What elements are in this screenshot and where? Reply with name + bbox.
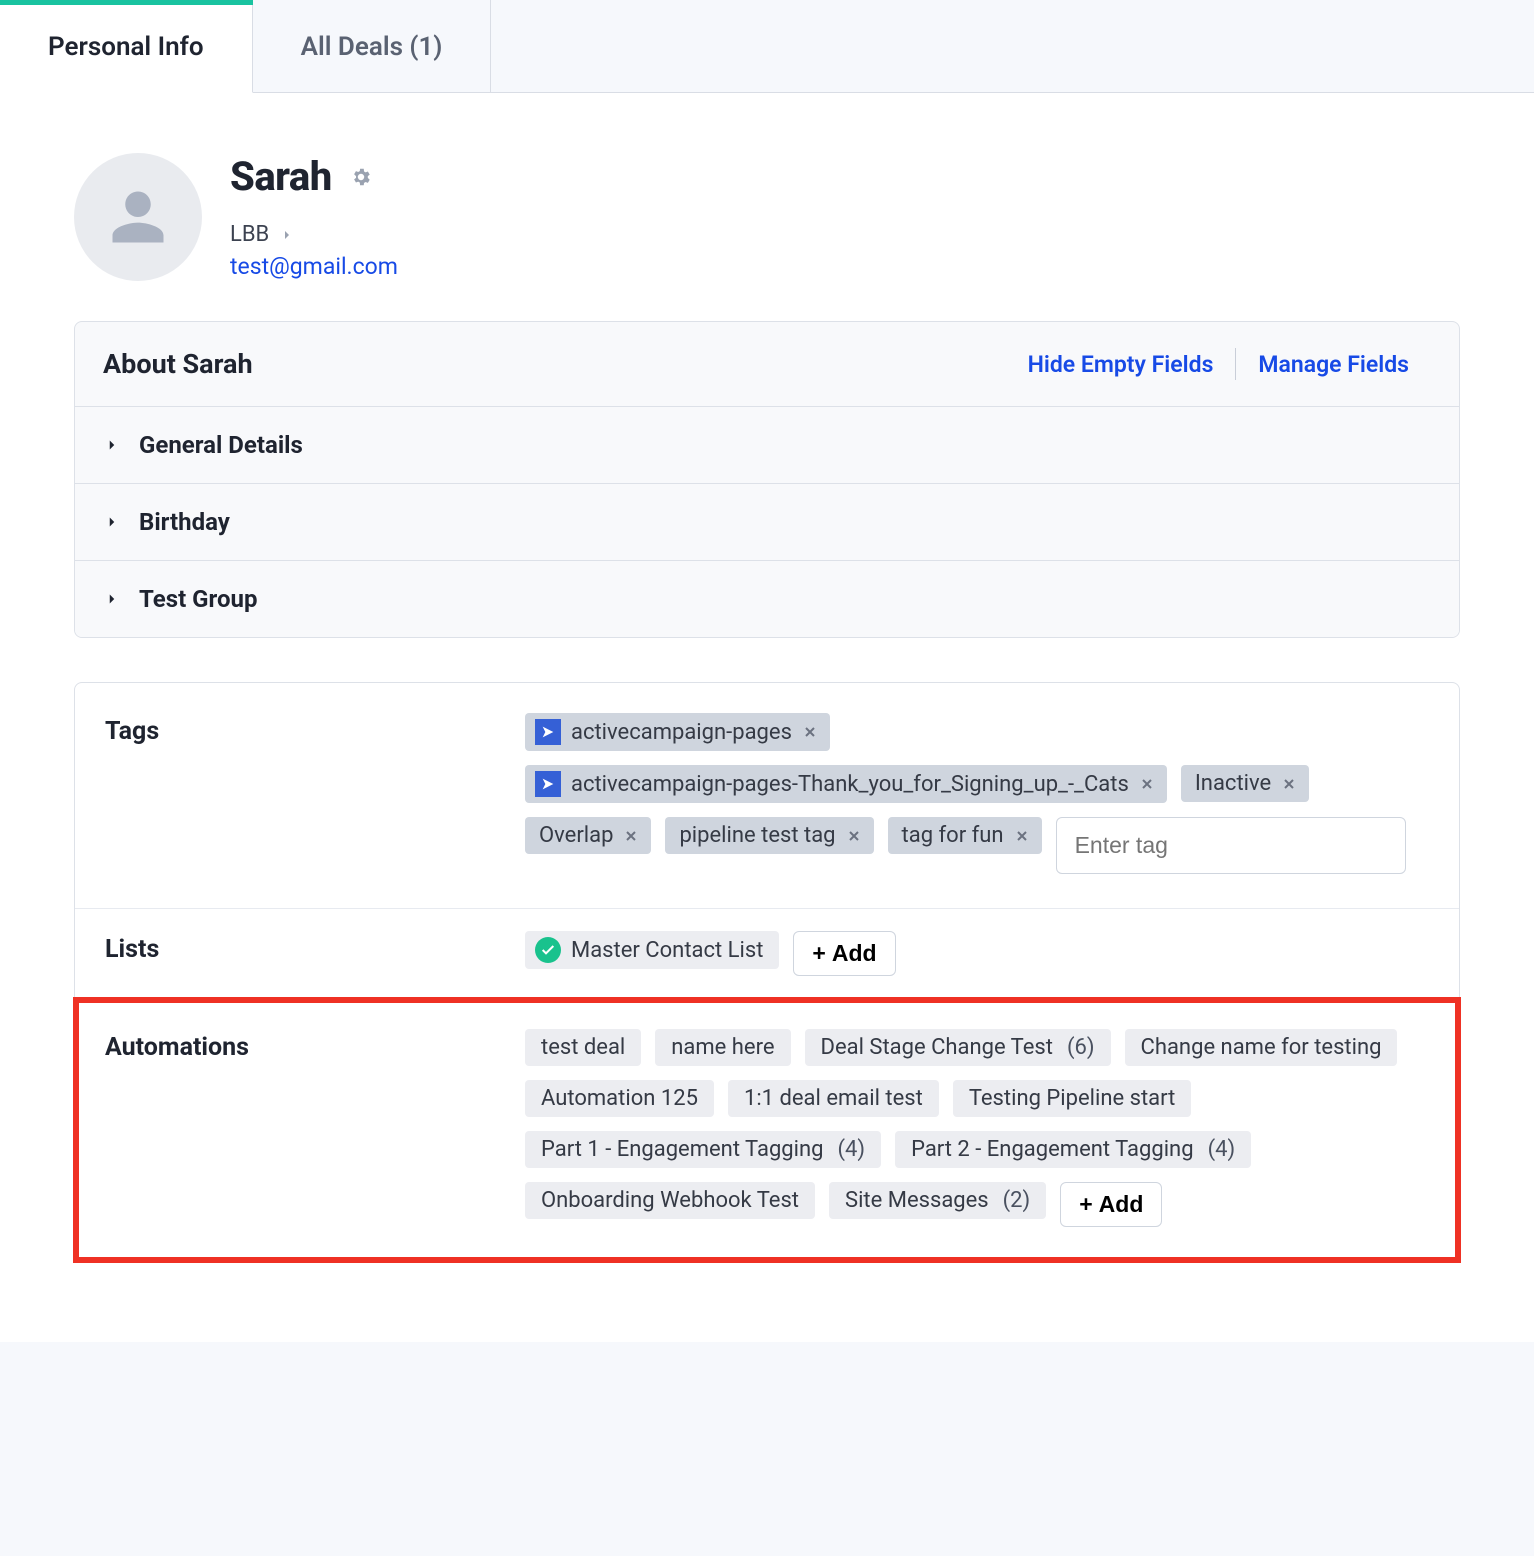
contact-name: Sarah [230,153,332,200]
gear-icon[interactable] [350,166,372,188]
tag-chip[interactable]: Overlap [525,817,651,854]
add-automation-button[interactable]: + Add [1060,1182,1162,1227]
close-icon[interactable] [1139,776,1155,792]
chevron-right-icon [103,513,121,531]
automation-chip[interactable]: Testing Pipeline start [953,1080,1192,1117]
tag-source-icon [535,719,561,745]
hide-empty-fields-link[interactable]: Hide Empty Fields [1006,351,1236,378]
tag-text: pipeline test tag [679,823,835,848]
accordion-label: General Details [139,431,303,459]
accordion-label: Birthday [139,508,230,536]
chevron-right-icon [103,590,121,608]
avatar [74,153,202,281]
automation-name: 1:1 deal email test [744,1086,923,1111]
add-list-button[interactable]: + Add [793,931,895,976]
close-icon[interactable] [802,724,818,740]
automation-name: Deal Stage Change Test [821,1035,1053,1060]
automation-chip[interactable]: Site Messages (2) [829,1182,1046,1219]
about-actions: Hide Empty Fields Manage Fields [1006,348,1431,380]
automation-name: Testing Pipeline start [969,1086,1176,1111]
tab-personal-info[interactable]: Personal Info [0,0,253,93]
tag-text: activecampaign-pages [571,720,792,745]
contact-email[interactable]: test@gmail.com [230,253,398,280]
automation-count: (2) [1003,1188,1031,1213]
close-icon[interactable] [846,828,862,844]
automations-section: Automations test deal name here Deal Sta… [75,999,1459,1261]
automation-count: (6) [1067,1035,1095,1060]
check-icon [535,937,561,963]
tabbar: Personal Info All Deals (1) [0,0,1534,93]
about-title: About Sarah [103,348,253,380]
automation-name: Onboarding Webhook Test [541,1188,799,1213]
lists-section: Lists Master Contact List + Add [75,909,1459,999]
company-name: LBB [230,222,269,247]
automation-name: Part 1 - Engagement Tagging [541,1137,824,1162]
close-icon[interactable] [1281,776,1297,792]
accordion-test-group[interactable]: Test Group [75,561,1459,637]
tag-text: Overlap [539,823,613,848]
add-label: Add [1099,1191,1144,1218]
automation-chip[interactable]: Part 2 - Engagement Tagging (4) [895,1131,1251,1168]
tag-text: tag for fun [902,823,1004,848]
list-chip[interactable]: Master Contact List [525,931,779,969]
chevron-right-icon [103,436,121,454]
close-icon[interactable] [1014,828,1030,844]
tags-label: Tags [105,713,505,874]
lists-body: Master Contact List + Add [525,931,1429,976]
contact-header: Sarah LBB test@gmail.com [0,93,1534,321]
automation-chip[interactable]: Automation 125 [525,1080,714,1117]
automation-name: Change name for testing [1141,1035,1382,1060]
company-link[interactable]: LBB [230,222,398,247]
plus-icon: + [812,940,825,967]
manage-fields-link[interactable]: Manage Fields [1236,351,1431,378]
lists-label: Lists [105,931,505,976]
chevron-right-icon [279,227,295,243]
automation-chip[interactable]: 1:1 deal email test [728,1080,939,1117]
tag-chip[interactable]: Inactive [1181,765,1309,802]
accordion-general-details[interactable]: General Details [75,407,1459,484]
tags-body: activecampaign-pages activecampaign-page… [525,713,1429,874]
automation-chip[interactable]: Part 1 - Engagement Tagging (4) [525,1131,881,1168]
tag-chip[interactable]: activecampaign-pages [525,713,830,751]
automation-chip[interactable]: Deal Stage Change Test (6) [805,1029,1111,1066]
add-label: Add [832,940,877,967]
automation-count: (4) [838,1137,866,1162]
details-card: Tags activecampaign-pages activecampaign… [74,682,1460,1262]
tab-all-deals[interactable]: All Deals (1) [253,0,492,92]
automations-body: test deal name here Deal Stage Change Te… [525,1029,1429,1227]
tag-text: Inactive [1195,771,1271,796]
tag-source-icon [535,771,561,797]
tags-section: Tags activecampaign-pages activecampaign… [75,683,1459,909]
contact-info: Sarah LBB test@gmail.com [230,153,398,280]
about-panel-header: About Sarah Hide Empty Fields Manage Fie… [75,322,1459,407]
automation-chip[interactable]: test deal [525,1029,641,1066]
automations-label: Automations [105,1029,505,1227]
accordion-birthday[interactable]: Birthday [75,484,1459,561]
person-icon [104,183,172,251]
about-panel: About Sarah Hide Empty Fields Manage Fie… [74,321,1460,638]
automation-chip[interactable]: Onboarding Webhook Test [525,1182,815,1219]
close-icon[interactable] [623,828,639,844]
tag-input[interactable] [1056,817,1406,874]
automation-count: (4) [1208,1137,1236,1162]
automation-chip[interactable]: Change name for testing [1125,1029,1398,1066]
automation-name: Automation 125 [541,1086,698,1111]
accordion-label: Test Group [139,585,257,613]
automation-chip[interactable]: name here [655,1029,790,1066]
automation-name: Site Messages [845,1188,989,1213]
tag-chip[interactable]: pipeline test tag [665,817,873,854]
automation-name: name here [671,1035,774,1060]
tag-chip[interactable]: tag for fun [888,817,1042,854]
tag-chip[interactable]: activecampaign-pages-Thank_you_for_Signi… [525,765,1167,803]
plus-icon: + [1079,1191,1092,1218]
list-text: Master Contact List [571,938,763,963]
automation-name: Part 2 - Engagement Tagging [911,1137,1194,1162]
tag-text: activecampaign-pages-Thank_you_for_Signi… [571,772,1129,797]
automation-name: test deal [541,1035,625,1060]
